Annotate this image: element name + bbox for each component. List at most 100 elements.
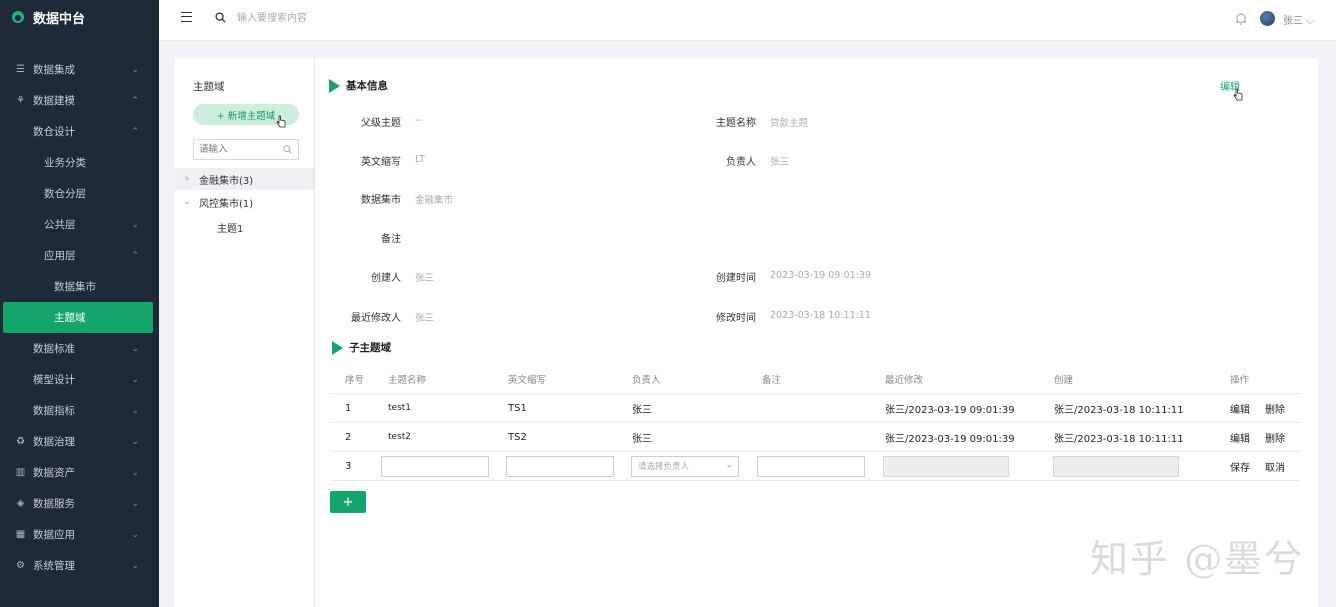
owner-select[interactable]: 请选择负责人 ⌄ bbox=[631, 455, 739, 477]
sidebar-item-label: 数据服务 bbox=[33, 498, 75, 510]
sidebar-item[interactable]: 业务分类 bbox=[0, 147, 159, 178]
topic-name-label: 主题名称 bbox=[716, 118, 756, 129]
sidebar-item[interactable]: 数据集市 bbox=[0, 271, 159, 302]
chevron-down-icon: ⌄ bbox=[131, 374, 139, 385]
parent-topic-value: -- bbox=[415, 115, 422, 126]
row-owner: 张三 bbox=[632, 433, 652, 445]
row-delete-link[interactable]: 删除 bbox=[1265, 394, 1285, 422]
sidebar-item[interactable]: ♻ 数据治理 ⌄ bbox=[0, 426, 159, 457]
row-abbr: TS1 bbox=[508, 402, 527, 414]
chevron-down-icon: ⌄ bbox=[131, 343, 139, 354]
bell-icon[interactable] bbox=[1235, 12, 1247, 25]
chevron-down-icon: ⌄ bbox=[131, 498, 139, 509]
row-created: 张三/2023-03-18 10:11:11 bbox=[1054, 433, 1184, 445]
col-abbr: 英文缩写 bbox=[508, 374, 547, 386]
tree-node-risk-mart[interactable]: ⌄ 风控集市(1) bbox=[175, 191, 314, 213]
tree-node-topic1[interactable]: 主题1 bbox=[175, 216, 314, 238]
sidebar-item[interactable]: ⚙ 系统管理 ⌄ bbox=[0, 550, 159, 581]
sub-domains-heading: 子主题域 bbox=[332, 340, 391, 355]
created-time-value: 2023-03-19 09:01:39 bbox=[770, 270, 871, 281]
new-created-field bbox=[1053, 455, 1179, 477]
sidebar-item[interactable]: ▥ 数据资产 ⌄ bbox=[0, 457, 159, 488]
creator-value: 张三 bbox=[415, 273, 435, 284]
avatar[interactable] bbox=[1260, 11, 1275, 26]
col-remark: 备注 bbox=[762, 374, 782, 386]
sidebar-item[interactable]: 主题域 bbox=[3, 302, 153, 333]
save-button[interactable]: 保存 bbox=[1230, 452, 1250, 480]
col-actions: 操作 bbox=[1230, 374, 1250, 386]
sidebar-item[interactable]: 数据指标 ⌄ bbox=[0, 395, 159, 426]
chevron-down-icon: ⌄ bbox=[131, 405, 139, 416]
database-icon: ☰ bbox=[16, 64, 25, 75]
cancel-button[interactable]: 取消 bbox=[1265, 452, 1285, 480]
row-modified: 张三/2023-03-19 09:01:39 bbox=[885, 404, 1015, 416]
row-name: test2 bbox=[388, 432, 412, 442]
add-row-button[interactable]: + bbox=[330, 491, 366, 513]
tree-node-finance-mart[interactable]: › 金融集市(3) bbox=[175, 168, 314, 190]
hand-cursor-icon bbox=[276, 115, 286, 128]
top-header: 张三 ⌵ bbox=[159, 0, 1336, 41]
grid-icon: ▦ bbox=[15, 529, 26, 540]
chevron-down-icon: ⌄ bbox=[131, 64, 139, 75]
gear-icon: ⚙ bbox=[16, 560, 25, 571]
chevron-down-icon: ⌵ bbox=[1306, 16, 1314, 27]
chevron-up-icon: ⌃ bbox=[131, 95, 139, 106]
section-title: 子主题域 bbox=[349, 342, 391, 354]
row-owner: 张三 bbox=[632, 404, 652, 416]
new-abbr-input[interactable] bbox=[506, 455, 614, 477]
model-icon: ⚘ bbox=[16, 95, 25, 106]
row-name: test1 bbox=[388, 403, 412, 413]
creator-label: 创建人 bbox=[371, 273, 401, 284]
app-logo[interactable]: ● 数据中台 bbox=[0, 0, 159, 34]
row-no: 2 bbox=[345, 431, 352, 443]
abbr-value: LT bbox=[415, 154, 425, 165]
row-edit-link[interactable]: 编辑 bbox=[1230, 423, 1250, 451]
sidebar-item[interactable]: ◈ 数据服务 ⌄ bbox=[0, 488, 159, 519]
chevron-down-icon[interactable]: ⌄ bbox=[175, 197, 199, 207]
row-delete-link[interactable]: 删除 bbox=[1265, 423, 1285, 451]
sidebar-item[interactable]: 公共层 ⌄ bbox=[0, 209, 159, 240]
sidebar-item[interactable]: 模型设计 ⌄ bbox=[0, 364, 159, 395]
sidebar-item-label: 主题域 bbox=[54, 312, 86, 324]
main-card: 主题域 + 新增主题域 › 金融集市(3) ⌄ 风控集市(1) 主题1 基本信息… bbox=[175, 58, 1318, 607]
row-abbr: TS2 bbox=[508, 431, 527, 443]
table-row: 1 test1 TS1 张三 张三/2023-03-19 09:01:39 张三… bbox=[330, 394, 1300, 423]
sidebar-item[interactable]: 应用层 ⌃ bbox=[0, 240, 159, 271]
sidebar-item[interactable]: 数仓设计 ⌃ bbox=[0, 116, 159, 147]
sidebar-item[interactable]: ▦ 数据应用 ⌄ bbox=[0, 519, 159, 550]
new-remark-input[interactable] bbox=[757, 455, 865, 477]
topic-name-value: 贷款主题 bbox=[770, 118, 809, 129]
sidebar-item[interactable]: 数仓分层 bbox=[0, 178, 159, 209]
col-owner: 负责人 bbox=[632, 374, 661, 386]
chevron-down-icon: ⌄ bbox=[131, 560, 139, 571]
sidebar-item[interactable]: ☰ 数据集成 ⌄ bbox=[0, 54, 159, 85]
chevron-up-icon: ⌃ bbox=[131, 126, 139, 137]
data-mart-label: 数据集市 bbox=[361, 195, 401, 206]
sidebar: ● 数据中台 ☰ 数据集成 ⌄ ⚘ 数据建模 ⌃ 数仓设计 ⌃ 业务分类 数仓分层 公共层 ⌄ 应用层 ⌃… bbox=[0, 0, 159, 607]
basic-info-heading: 基本信息 bbox=[329, 78, 388, 93]
section-triangle-icon bbox=[329, 78, 340, 93]
col-created: 创建 bbox=[1054, 374, 1074, 386]
row-no: 1 bbox=[345, 402, 352, 414]
row-edit-link[interactable]: 编辑 bbox=[1230, 394, 1250, 422]
parent-topic-label: 父级主题 bbox=[361, 118, 401, 129]
user-menu[interactable]: 张三 ⌵ bbox=[1283, 12, 1314, 27]
modified-time-label: 修改时间 bbox=[716, 313, 756, 324]
sidebar-item[interactable]: 数据标准 ⌄ bbox=[0, 333, 159, 364]
search-icon[interactable] bbox=[283, 145, 292, 154]
search-icon[interactable] bbox=[215, 12, 226, 23]
col-no: 序号 bbox=[345, 374, 365, 386]
tree-search-input[interactable] bbox=[194, 140, 280, 159]
chevron-right-icon[interactable]: › bbox=[175, 174, 199, 184]
owner-select-placeholder: 请选择负责人 bbox=[638, 462, 690, 472]
new-name-input[interactable] bbox=[381, 455, 489, 477]
sidebar-item[interactable]: ⚘ 数据建模 ⌃ bbox=[0, 85, 159, 116]
sidebar-item-label: 数仓设计 bbox=[33, 126, 75, 138]
recycle-icon: ♻ bbox=[16, 436, 25, 447]
sidebar-item-label: 数据应用 bbox=[33, 529, 75, 541]
col-name: 主题名称 bbox=[388, 374, 427, 386]
global-search-input[interactable] bbox=[237, 10, 457, 26]
domain-tree-panel: 主题域 + 新增主题域 › 金融集市(3) ⌄ 风控集市(1) 主题1 bbox=[175, 58, 315, 607]
menu-toggle-icon[interactable] bbox=[181, 12, 192, 22]
barcode-icon: ▥ bbox=[15, 467, 26, 478]
